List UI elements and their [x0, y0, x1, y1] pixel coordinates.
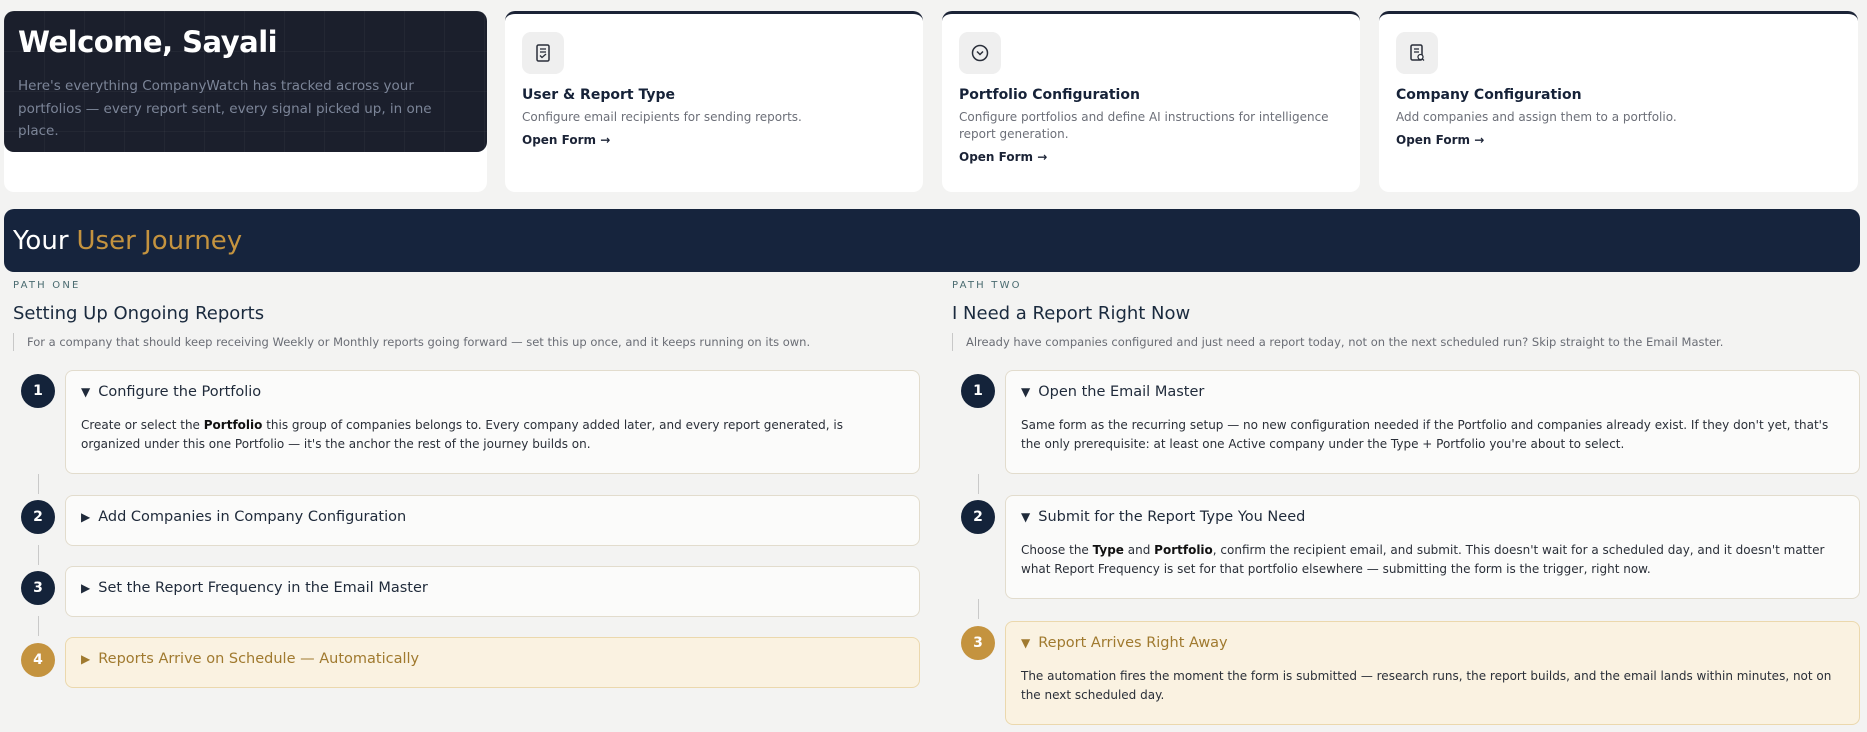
card-title: Company Configuration: [1396, 87, 1582, 103]
step-number: 1: [21, 374, 55, 408]
step-title: Report Arrives Right Away: [1038, 635, 1228, 651]
step-connector: [978, 474, 979, 494]
step-body: Choose the Type and Portfolio, confirm t…: [1021, 543, 1825, 576]
step-title: Set the Report Frequency in the Email Ma…: [98, 580, 428, 596]
card-portfolio-configuration[interactable]: Portfolio Configuration Configure portfo…: [942, 11, 1360, 192]
card-user-report-type[interactable]: User & Report Type Configure email recip…: [505, 11, 923, 192]
step-header: ▶ Add Companies in Company Configuration: [81, 509, 904, 525]
step-header: ▶ Reports Arrive on Schedule — Automatic…: [81, 651, 904, 667]
chevron-circle-icon: [959, 32, 1001, 74]
path-eyebrow: PATH TWO: [952, 280, 1022, 291]
path-eyebrow: PATH ONE: [13, 280, 81, 291]
card-description: Configure email recipients for sending r…: [522, 110, 802, 124]
expanded-triangle-icon: ▼: [1021, 636, 1031, 650]
path-description: Already have companies configured and ju…: [952, 333, 1852, 351]
step-header: ▼ Configure the Portfolio: [81, 384, 904, 400]
journey-title-a: Your: [13, 225, 69, 256]
expanded-triangle-icon: ▼: [1021, 385, 1031, 399]
step-report-arrives[interactable]: ▼ Report Arrives Right Away The automati…: [1005, 621, 1860, 725]
step-header: ▼ Report Arrives Right Away: [1021, 635, 1844, 651]
company-document-icon: [1396, 32, 1438, 74]
step-connector: [38, 474, 39, 494]
step-title: Configure the Portfolio: [98, 384, 262, 400]
step-header: ▼ Submit for the Report Type You Need: [1021, 509, 1844, 525]
welcome-banner: Welcome, Sayali Here's everything Compan…: [4, 11, 487, 152]
step-connector: [38, 616, 39, 636]
collapsed-triangle-icon: ▶: [81, 581, 91, 595]
step-submit-report-type[interactable]: ▼ Submit for the Report Type You Need Ch…: [1005, 495, 1860, 599]
step-title: Add Companies in Company Configuration: [98, 509, 407, 525]
step-connector: [38, 545, 39, 565]
step-header: ▼ Open the Email Master: [1021, 384, 1844, 400]
step-number: 3: [21, 571, 55, 605]
step-body: Same form as the recurring setup — no ne…: [1021, 418, 1829, 451]
step-configure-portfolio[interactable]: ▼ Configure the Portfolio Create or sele…: [65, 370, 920, 474]
step-body: Create or select the Portfolio this grou…: [81, 418, 843, 451]
card-description: Add companies and assign them to a portf…: [1396, 110, 1677, 124]
collapsed-triangle-icon: ▶: [81, 652, 91, 666]
step-add-companies[interactable]: ▶ Add Companies in Company Configuration: [65, 495, 920, 546]
open-form-link[interactable]: Open Form →: [522, 133, 610, 147]
step-report-frequency[interactable]: ▶ Set the Report Frequency in the Email …: [65, 566, 920, 617]
step-reports-arrive[interactable]: ▶ Reports Arrive on Schedule — Automatic…: [65, 637, 920, 688]
open-form-link[interactable]: Open Form →: [959, 150, 1047, 164]
welcome-text: Here's everything CompanyWatch has track…: [18, 78, 432, 139]
journey-header: Your User Journey: [4, 209, 1860, 272]
step-body: The automation fires the moment the form…: [1021, 669, 1832, 702]
welcome-title: Welcome, Sayali: [18, 25, 278, 59]
path-title: I Need a Report Right Now: [952, 303, 1191, 324]
step-number: 2: [961, 500, 995, 534]
step-number: 3: [961, 626, 995, 660]
step-number: 1: [961, 374, 995, 408]
step-number: 4: [21, 643, 55, 677]
welcome-panel: Welcome, Sayali Here's everything Compan…: [4, 11, 487, 192]
path-description: For a company that should keep receiving…: [13, 333, 933, 351]
step-number: 2: [21, 500, 55, 534]
expanded-triangle-icon: ▼: [81, 385, 91, 399]
card-title: User & Report Type: [522, 87, 675, 103]
step-connector: [978, 599, 979, 619]
card-company-configuration[interactable]: Company Configuration Add companies and …: [1379, 11, 1858, 192]
open-form-link[interactable]: Open Form →: [1396, 133, 1484, 147]
path-title: Setting Up Ongoing Reports: [13, 303, 265, 324]
journey-title-b: User Journey: [76, 225, 243, 256]
collapsed-triangle-icon: ▶: [81, 510, 91, 524]
card-description: Configure portfolios and define AI instr…: [959, 110, 1329, 141]
step-title: Reports Arrive on Schedule — Automatical…: [98, 651, 420, 667]
report-form-icon: [522, 32, 564, 74]
step-open-email-master[interactable]: ▼ Open the Email Master Same form as the…: [1005, 370, 1860, 474]
card-title: Portfolio Configuration: [959, 87, 1140, 103]
step-header: ▶ Set the Report Frequency in the Email …: [81, 580, 904, 596]
step-title: Open the Email Master: [1038, 384, 1205, 400]
step-title: Submit for the Report Type You Need: [1038, 509, 1306, 525]
expanded-triangle-icon: ▼: [1021, 510, 1031, 524]
path-one: PATH ONE Setting Up Ongoing Reports For …: [13, 280, 933, 351]
path-two: PATH TWO I Need a Report Right Now Alrea…: [952, 280, 1852, 351]
